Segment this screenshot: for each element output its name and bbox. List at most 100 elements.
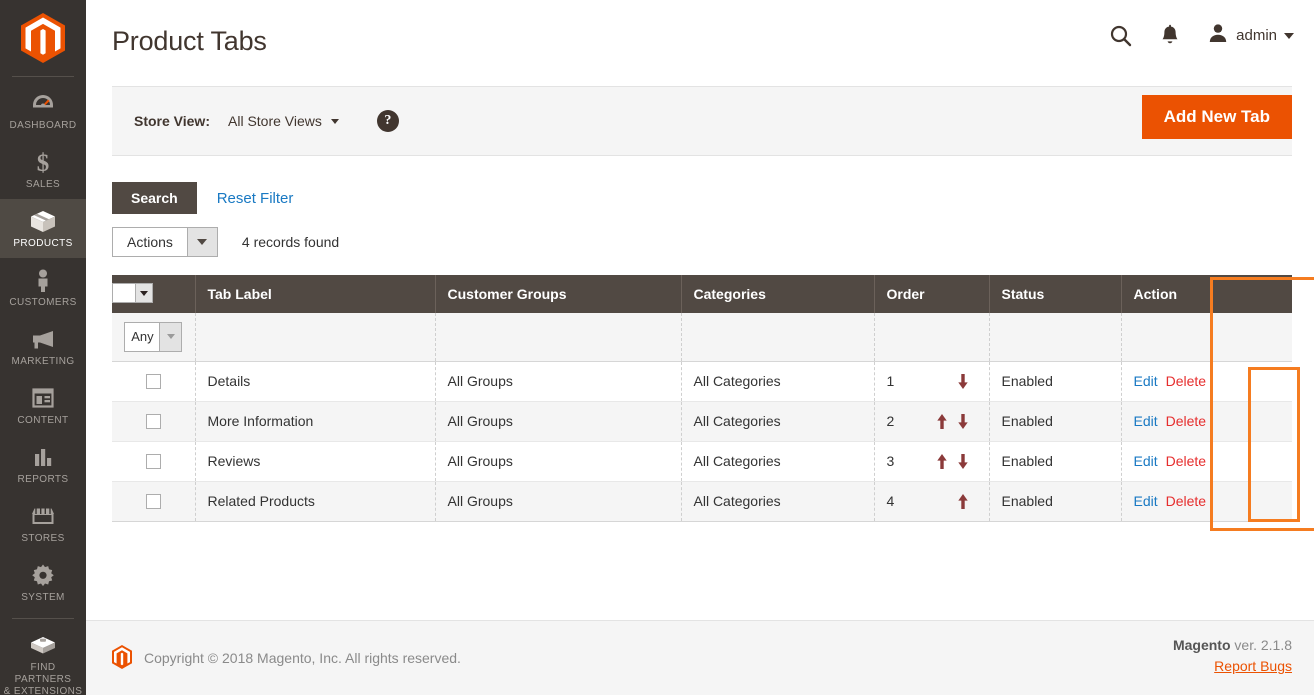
sidebar-item-system[interactable]: SYSTEM [0, 553, 86, 612]
filter-cell-status[interactable] [989, 313, 1122, 362]
grid-header-customer-groups[interactable]: Customer Groups [435, 275, 682, 313]
reset-filter-link[interactable]: Reset Filter [217, 190, 294, 207]
sidebar-item-reports[interactable]: REPORTS [0, 435, 86, 494]
move-down-arrow-icon[interactable] [957, 453, 969, 469]
cell-categories: All Categories [681, 481, 875, 522]
edit-link[interactable]: Edit [1134, 453, 1158, 469]
magento-logo-icon [21, 13, 65, 63]
sidebar-item-products[interactable]: PRODUCTS [0, 199, 86, 258]
checkbox-filter-value: Any [131, 329, 154, 345]
row-checkbox-cell [112, 361, 196, 402]
dashboard-icon [2, 90, 84, 116]
cell-status: Enabled [989, 401, 1122, 442]
grid-header-action: Action [1121, 275, 1292, 313]
cell-order: 4 [874, 481, 990, 522]
dollar-icon: $ [2, 149, 84, 175]
report-bugs-link[interactable]: Report Bugs [1214, 658, 1292, 674]
filter-cell-action [1121, 313, 1292, 362]
add-new-tab-button[interactable]: Add New Tab [1141, 95, 1292, 139]
gear-icon [2, 562, 84, 588]
actions-toolbar: Actions 4 records found [112, 214, 1292, 257]
order-value: 1 [886, 373, 895, 389]
store-view-selector[interactable]: All Store Views [228, 113, 339, 129]
sidebar-item-marketing[interactable]: MARKETING [0, 317, 86, 376]
sidebar-item-customers[interactable]: CUSTOMERS [0, 258, 86, 317]
product-tabs-grid-wrap: Tab Label Customer Groups Categories Ord… [112, 275, 1314, 531]
move-down-arrow-icon[interactable] [957, 373, 969, 389]
sidebar-item-stores[interactable]: STORES [0, 494, 86, 553]
row-checkbox[interactable] [145, 374, 161, 390]
order-arrows [936, 453, 977, 469]
grid-header-order[interactable]: Order [874, 275, 990, 313]
table-row[interactable]: Related Products All Groups All Categori… [112, 481, 1292, 522]
search-button[interactable]: Search [112, 182, 197, 214]
delete-link[interactable]: Delete [1166, 453, 1206, 469]
row-checkbox[interactable] [145, 494, 161, 510]
select-all-dropdown[interactable] [112, 283, 153, 303]
extension-icon [2, 632, 84, 658]
order-value: 2 [886, 413, 895, 429]
sidebar-divider-top [12, 76, 74, 77]
move-up-arrow-icon[interactable] [936, 453, 948, 469]
filter-cell-customer-groups[interactable] [435, 313, 682, 362]
sidebar-item-content[interactable]: CONTENT [0, 376, 86, 435]
grid-header-status[interactable]: Status [989, 275, 1122, 313]
grid-header-tab-label[interactable]: Tab Label [195, 275, 436, 313]
copyright-block: Copyright © 2018 Magento, Inc. All right… [112, 644, 461, 672]
copyright-text: Copyright © 2018 Magento, Inc. All right… [144, 650, 461, 666]
delete-link[interactable]: Delete [1166, 493, 1206, 509]
row-checkbox[interactable] [145, 414, 161, 430]
cell-customer-groups: All Groups [435, 401, 682, 442]
records-found-text: 4 records found [241, 234, 340, 250]
actions-dropdown-label: Actions [127, 234, 173, 250]
cell-customer-groups: All Groups [435, 481, 682, 522]
edit-link[interactable]: Edit [1134, 413, 1158, 429]
filter-toolbar: Search Reset Filter [112, 156, 1292, 214]
grid-header-row: Tab Label Customer Groups Categories Ord… [112, 275, 1292, 313]
magento-logo[interactable] [0, 0, 86, 70]
edit-link[interactable]: Edit [1134, 373, 1158, 389]
delete-link[interactable]: Delete [1166, 373, 1206, 389]
filter-cell-tab-label[interactable] [195, 313, 436, 362]
sidebar-item-label: STORES [21, 533, 65, 544]
admin-menu[interactable]: admin [1207, 22, 1294, 49]
bell-icon[interactable] [1159, 24, 1181, 48]
table-row[interactable]: More Information All Groups All Categori… [112, 401, 1292, 442]
layout-icon [2, 385, 84, 411]
move-down-arrow-icon[interactable] [957, 413, 969, 429]
sidebar-item-label: REPORTS [17, 474, 69, 485]
main-sidebar: DASHBOARD $ SALES PRODUCTS CUSTOMERS MAR… [0, 0, 86, 695]
move-up-arrow-icon[interactable] [936, 413, 948, 429]
cell-action: Edit Delete [1121, 441, 1292, 482]
sidebar-item-label: CUSTOMERS [9, 297, 77, 308]
actions-dropdown[interactable]: Actions [112, 227, 218, 257]
table-row[interactable]: Details All Groups All Categories 1 Enab… [112, 361, 1292, 402]
row-checkbox-cell [112, 441, 196, 482]
sidebar-item-label: FIND PARTNERS & EXTENSIONS [3, 662, 83, 695]
grid-header-categories[interactable]: Categories [681, 275, 875, 313]
store-view-label: Store View: [134, 113, 210, 129]
cell-status: Enabled [989, 481, 1122, 522]
table-row[interactable]: Reviews All Groups All Categories 3 Enab… [112, 441, 1292, 482]
filter-cell-order[interactable] [874, 313, 990, 362]
edit-link[interactable]: Edit [1134, 493, 1158, 509]
delete-link[interactable]: Delete [1166, 413, 1206, 429]
sidebar-item-label: CONTENT [17, 415, 69, 426]
admin-username: admin [1236, 27, 1277, 44]
checkbox-filter-select[interactable]: Any [124, 321, 183, 352]
person-icon [2, 267, 84, 293]
avatar [1207, 22, 1229, 49]
search-icon[interactable] [1109, 24, 1133, 48]
order-value: 3 [886, 453, 895, 469]
move-up-arrow-icon[interactable] [957, 493, 969, 509]
chevron-down-icon [1284, 32, 1294, 39]
sidebar-item-dashboard[interactable]: DASHBOARD [0, 81, 86, 140]
sidebar-item-find-partners[interactable]: FIND PARTNERS & EXTENSIONS [0, 623, 86, 695]
row-checkbox[interactable] [145, 454, 161, 470]
cell-tab-label: Reviews [195, 441, 436, 482]
product-tabs-grid: Tab Label Customer Groups Categories Ord… [112, 275, 1292, 522]
filter-cell-categories[interactable] [681, 313, 875, 362]
question-mark-icon[interactable]: ? [376, 110, 399, 132]
sidebar-item-sales[interactable]: $ SALES [0, 140, 86, 199]
select-all-checkbox[interactable] [113, 284, 135, 302]
